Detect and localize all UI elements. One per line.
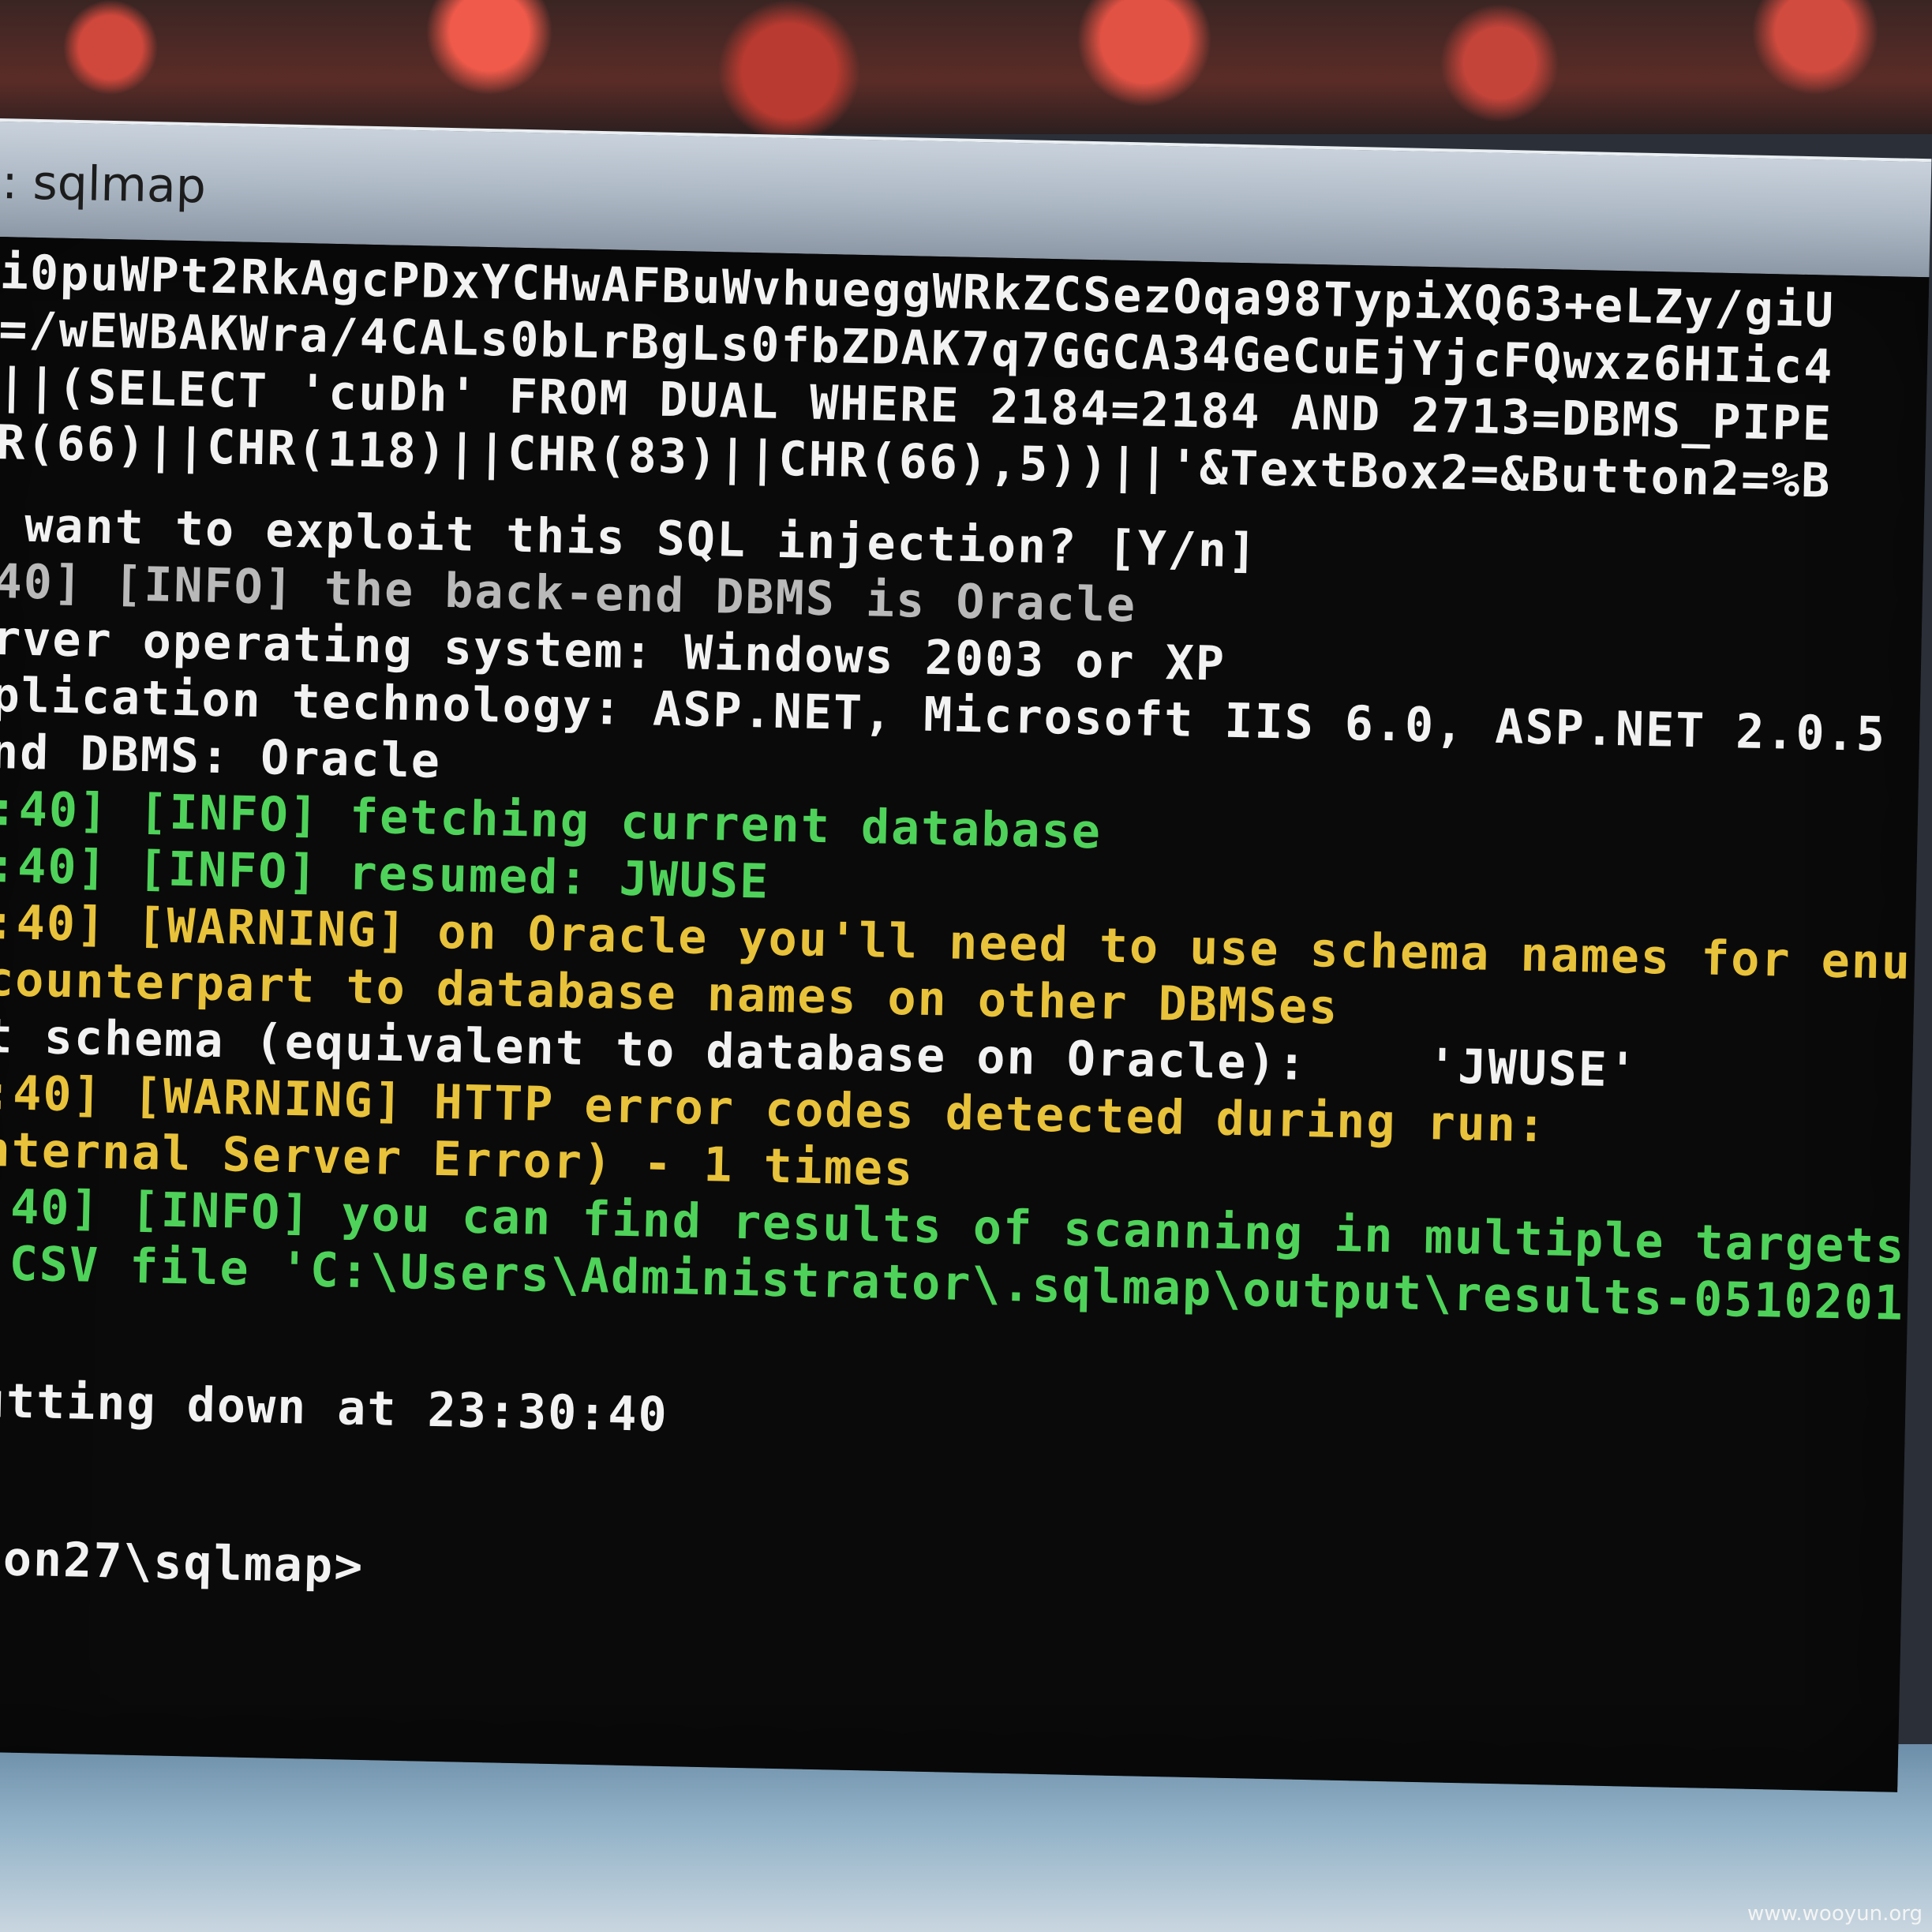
console-window[interactable]: : sqlmap i0puWPt2RkAgcPDxYCHwAFBuWvhuegg… bbox=[0, 118, 1932, 1800]
window-title: : sqlmap bbox=[1, 155, 207, 215]
console-line: utting down at 23:30:40 bbox=[0, 1372, 669, 1443]
watermark: www.wooyun.org bbox=[1747, 1902, 1923, 1926]
desktop-wallpaper bbox=[0, 0, 1932, 134]
console-output[interactable]: i0puWPt2RkAgcPDxYCHwAFBuWvhueggWRkZCSezO… bbox=[0, 236, 1930, 1792]
command-prompt[interactable]: hon27\sqlmap> bbox=[0, 1531, 365, 1594]
console-line: nd DBMS: Oracle bbox=[0, 724, 442, 789]
